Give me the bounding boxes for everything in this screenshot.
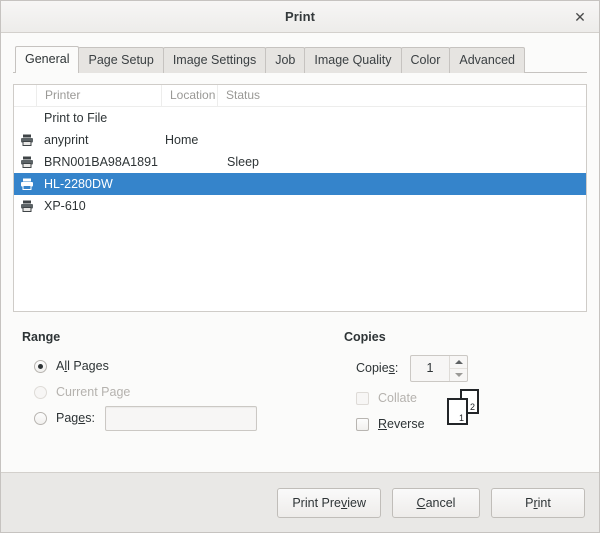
preview-sheet-front-number: 1 xyxy=(459,413,464,423)
printer-row-xp-610[interactable]: XP-610 xyxy=(14,195,586,217)
tab-general[interactable]: General xyxy=(15,46,79,73)
tab-page-setup[interactable]: Page Setup xyxy=(78,47,163,73)
copies-section: Copies Copies: 1 C xyxy=(344,330,587,437)
printer-name: BRN001BA98A1891 xyxy=(38,155,163,169)
printer-row-anyprint[interactable]: anyprint Home xyxy=(14,129,586,151)
tab-image-quality[interactable]: Image Quality xyxy=(304,47,401,73)
copies-value[interactable]: 1 xyxy=(411,356,449,381)
printer-location: Home xyxy=(163,133,219,147)
printer-icon xyxy=(16,155,38,169)
preview-sheet-back-number: 2 xyxy=(470,402,475,412)
printer-row-brn001ba98a1891[interactable]: BRN001BA98A1891 Sleep xyxy=(14,151,586,173)
copies-field-label: Copies: xyxy=(356,361,410,375)
action-bar: Print Preview Cancel Print xyxy=(1,472,599,532)
cancel-button[interactable]: Cancel xyxy=(392,488,480,518)
checkbox-reverse-indicator xyxy=(356,418,369,431)
range-section: Range All Pages Current Page Pages: xyxy=(22,330,344,437)
printer-row-hl-2280dw[interactable]: HL-2280DW xyxy=(14,173,586,195)
radio-all-pages-label: All Pages xyxy=(56,359,109,373)
printer-status: Sleep xyxy=(219,155,586,169)
tab-strip: General Page Setup Image Settings Job Im… xyxy=(13,46,587,73)
dialog-body: General Page Setup Image Settings Job Im… xyxy=(1,33,599,472)
copies-stepper-arrows xyxy=(449,356,467,381)
printer-icon xyxy=(16,133,38,147)
radio-current-page-label: Current Page xyxy=(56,385,130,399)
pages-input[interactable] xyxy=(105,406,257,431)
checkbox-collate[interactable]: Collate xyxy=(356,385,434,411)
tab-advanced[interactable]: Advanced xyxy=(449,47,525,73)
radio-pages[interactable]: Pages: xyxy=(22,405,344,431)
print-preview-button[interactable]: Print Preview xyxy=(277,488,381,518)
radio-pages-label: Pages: xyxy=(56,411,95,425)
print-button[interactable]: Print xyxy=(491,488,585,518)
checkbox-collate-label: Collate xyxy=(378,391,417,405)
checkbox-reverse-label: Reverse xyxy=(378,417,425,431)
collate-preview-icon: 2 1 xyxy=(444,387,484,427)
collate-checkboxes: Collate Reverse xyxy=(356,385,434,437)
checkbox-collate-indicator xyxy=(356,392,369,405)
checkbox-reverse[interactable]: Reverse xyxy=(356,411,434,437)
copies-field-row: Copies: 1 xyxy=(344,353,587,383)
radio-current-page[interactable]: Current Page xyxy=(22,379,344,405)
printer-name: XP-610 xyxy=(38,199,163,213)
printer-name: Print to File xyxy=(38,111,163,125)
tab-job[interactable]: Job xyxy=(265,47,305,73)
printer-icon xyxy=(16,199,38,213)
printer-icon xyxy=(16,177,38,191)
column-header-icon xyxy=(14,85,36,106)
printer-row-print-to-file[interactable]: Print to File xyxy=(14,107,586,129)
printer-list-header: Printer Location Status xyxy=(14,85,586,107)
tab-color[interactable]: Color xyxy=(401,47,451,73)
printer-name: HL-2280DW xyxy=(38,177,163,191)
radio-all-pages[interactable]: All Pages xyxy=(22,353,344,379)
copies-title: Copies xyxy=(344,330,587,344)
stepper-down-icon[interactable] xyxy=(450,369,467,381)
close-icon[interactable]: ✕ xyxy=(569,6,591,28)
title-bar: Print ✕ xyxy=(1,1,599,33)
column-header-status[interactable]: Status xyxy=(217,85,586,106)
collate-block: Collate Reverse 2 1 xyxy=(344,385,587,437)
printer-name: anyprint xyxy=(38,133,163,147)
copies-stepper[interactable]: 1 xyxy=(410,355,468,382)
range-title: Range xyxy=(22,330,344,344)
stepper-up-icon[interactable] xyxy=(450,356,467,369)
printer-list[interactable]: Printer Location Status Print to File xyxy=(13,84,587,312)
options-area: Range All Pages Current Page Pages: Cop xyxy=(13,330,587,437)
tab-image-settings[interactable]: Image Settings xyxy=(163,47,266,73)
preview-sheet-front: 1 xyxy=(447,398,468,425)
window-title: Print xyxy=(285,9,315,24)
print-dialog: Print ✕ General Page Setup Image Setting… xyxy=(0,0,600,533)
radio-all-pages-indicator xyxy=(34,360,47,373)
radio-pages-indicator xyxy=(34,412,47,425)
column-header-location[interactable]: Location xyxy=(161,85,217,106)
column-header-printer[interactable]: Printer xyxy=(36,85,161,106)
radio-current-page-indicator xyxy=(34,386,47,399)
